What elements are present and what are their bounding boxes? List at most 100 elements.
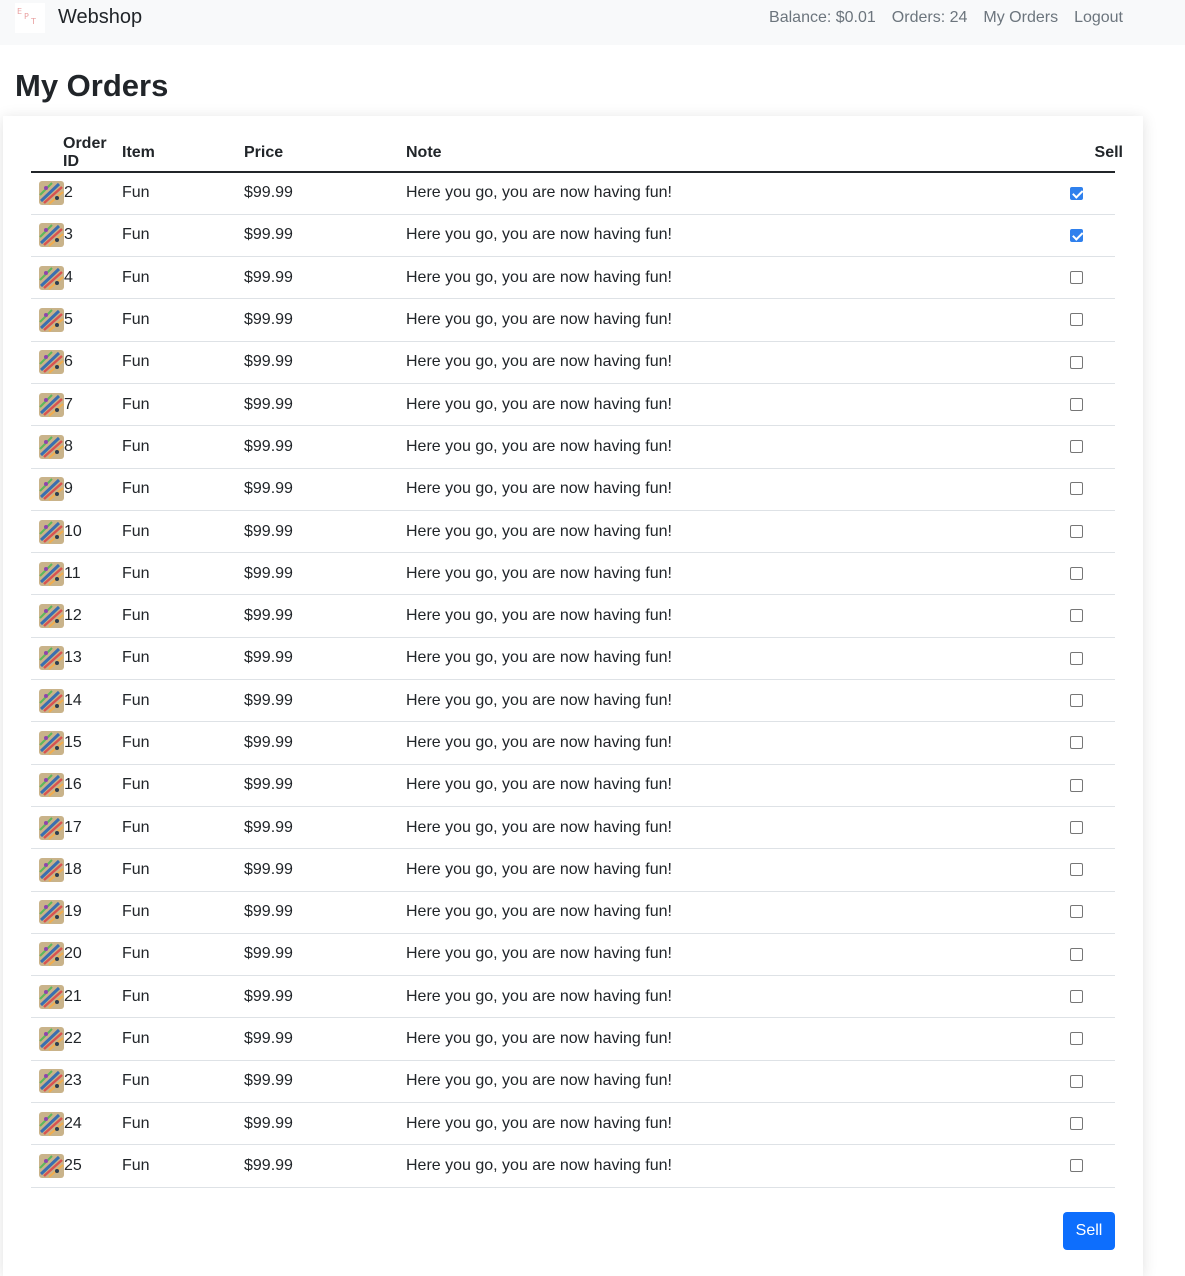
note-cell: Here you go, you are now having fun! bbox=[406, 1102, 1070, 1146]
order-id-wrap: 17 bbox=[31, 815, 122, 840]
item-cell: Fun bbox=[122, 594, 244, 638]
sell-button[interactable]: Sell bbox=[1063, 1212, 1115, 1250]
sell-checkbox[interactable] bbox=[1070, 905, 1083, 919]
sell-checkbox[interactable] bbox=[1070, 947, 1083, 961]
webshop-logo-icon[interactable]: E P T bbox=[15, 3, 45, 33]
sell-checkbox[interactable] bbox=[1070, 651, 1083, 665]
price-cell: $99.99 bbox=[244, 552, 406, 596]
sell-cell bbox=[1070, 1102, 1115, 1146]
brand-name[interactable]: Webshop bbox=[58, 6, 142, 29]
table-row: 21 Fun $99.99 Here you go, you are now havi… bbox=[31, 975, 1115, 1019]
price-cell: $99.99 bbox=[244, 425, 406, 469]
sell-checkbox[interactable] bbox=[1070, 736, 1083, 750]
item-cell: Fun bbox=[122, 637, 244, 681]
sell-checkbox[interactable] bbox=[1070, 355, 1083, 369]
navbar-right: Balance: $0.01 Orders: 24 My Orders Logo… bbox=[769, 9, 1123, 27]
table-row: 4 Fun $99.99 Here you go, you are now havin… bbox=[31, 256, 1115, 300]
sell-checkbox[interactable] bbox=[1070, 609, 1083, 623]
fun-item-thumbnail-icon bbox=[39, 900, 64, 925]
sell-cell bbox=[1070, 341, 1115, 384]
svg-text:P: P bbox=[24, 12, 29, 21]
sell-checkbox[interactable] bbox=[1070, 440, 1083, 454]
order-id-cell: 5 bbox=[31, 298, 122, 342]
note-cell: Here you go, you are now having fun! bbox=[406, 510, 1070, 554]
item-cell: Fun bbox=[122, 1102, 244, 1146]
svg-text:T: T bbox=[30, 17, 36, 26]
order-id: 8 bbox=[64, 437, 73, 455]
sell-checkbox[interactable] bbox=[1070, 778, 1083, 792]
my-orders-link[interactable]: My Orders bbox=[983, 9, 1058, 27]
fun-item-thumbnail-icon bbox=[39, 181, 64, 206]
sell-checkbox[interactable] bbox=[1070, 863, 1083, 877]
sell-checkbox[interactable] bbox=[1070, 1159, 1083, 1173]
fun-item-thumbnail-icon bbox=[39, 815, 64, 840]
logout-link[interactable]: Logout bbox=[1074, 9, 1123, 27]
price-cell: $99.99 bbox=[244, 256, 406, 300]
price-cell: $99.99 bbox=[244, 637, 406, 681]
sell-checkbox[interactable] bbox=[1070, 228, 1083, 242]
table-row: 20 Fun $99.99 Here you go, you are now havi… bbox=[31, 933, 1115, 977]
order-id: 16 bbox=[64, 776, 82, 794]
order-id-cell: 25 bbox=[31, 1144, 122, 1188]
order-id-cell: 17 bbox=[31, 806, 122, 850]
order-id: 12 bbox=[64, 607, 82, 625]
fun-item-thumbnail-icon bbox=[39, 773, 64, 798]
sell-checkbox[interactable] bbox=[1070, 524, 1083, 538]
item-cell: Fun bbox=[122, 679, 244, 723]
sell-checkbox[interactable] bbox=[1070, 186, 1083, 200]
note-cell: Here you go, you are now having fun! bbox=[406, 721, 1070, 765]
price-cell: $99.99 bbox=[244, 975, 406, 1019]
note-cell: Here you go, you are now having fun! bbox=[406, 256, 1070, 300]
note-cell: Here you go, you are now having fun! bbox=[406, 848, 1070, 892]
item-cell: Fun bbox=[122, 298, 244, 342]
table-header-row: Order ID Item Price Note Sell bbox=[31, 134, 1123, 173]
order-id-wrap: 23 bbox=[31, 1069, 122, 1094]
sell-checkbox[interactable] bbox=[1070, 397, 1083, 411]
sell-cell bbox=[1070, 806, 1115, 850]
order-id-cell: 20 bbox=[31, 933, 122, 977]
fun-item-thumbnail-icon bbox=[39, 942, 64, 967]
sell-checkbox[interactable] bbox=[1070, 990, 1083, 1004]
sell-cell bbox=[1070, 975, 1115, 1019]
sell-checkbox[interactable] bbox=[1070, 693, 1083, 707]
order-id-cell: 16 bbox=[31, 764, 122, 807]
order-id-wrap: 15 bbox=[31, 731, 122, 755]
fun-item-thumbnail-icon bbox=[39, 1069, 64, 1094]
order-id-wrap: 22 bbox=[31, 1027, 122, 1052]
orders-count-display: Orders: 24 bbox=[891, 9, 968, 26]
note-cell: Here you go, you are now having fun! bbox=[406, 425, 1070, 469]
price-cell: $99.99 bbox=[244, 383, 406, 427]
sell-checkbox[interactable] bbox=[1070, 820, 1083, 834]
sell-checkbox[interactable] bbox=[1070, 482, 1083, 496]
order-id-wrap: 18 bbox=[31, 857, 122, 882]
sell-checkbox[interactable] bbox=[1070, 1116, 1083, 1130]
note-cell: Here you go, you are now having fun! bbox=[406, 552, 1070, 596]
fun-item-thumbnail-icon bbox=[39, 350, 64, 375]
sell-checkbox[interactable] bbox=[1070, 567, 1083, 581]
fun-item-thumbnail-icon bbox=[39, 561, 64, 586]
note-cell: Here you go, you are now having fun! bbox=[406, 764, 1070, 807]
order-id: 22 bbox=[64, 1030, 82, 1048]
sell-checkbox[interactable] bbox=[1070, 1074, 1083, 1088]
sell-cell bbox=[1070, 848, 1115, 892]
fun-item-thumbnail-icon bbox=[39, 731, 64, 755]
order-id-wrap: 7 bbox=[31, 392, 122, 417]
order-id: 5 bbox=[64, 311, 73, 329]
table-row: 7 Fun $99.99 Here you go, you are now havin… bbox=[31, 383, 1115, 427]
order-id: 24 bbox=[64, 1114, 82, 1132]
order-id-cell: 15 bbox=[31, 721, 122, 765]
order-id: 21 bbox=[64, 987, 82, 1005]
item-cell: Fun bbox=[122, 172, 244, 215]
price-cell: $99.99 bbox=[244, 214, 406, 258]
sell-checkbox[interactable] bbox=[1070, 271, 1083, 284]
price-cell: $99.99 bbox=[244, 341, 406, 384]
sell-checkbox[interactable] bbox=[1070, 1032, 1083, 1046]
table-row: 18 Fun $99.99 Here you go, you are now havi… bbox=[31, 848, 1115, 892]
item-cell: Fun bbox=[122, 891, 244, 934]
note-cell: Here you go, you are now having fun! bbox=[406, 1017, 1070, 1061]
price-cell: $99.99 bbox=[244, 594, 406, 638]
note-cell: Here you go, you are now having fun! bbox=[406, 637, 1070, 681]
fun-item-thumbnail-icon bbox=[39, 308, 64, 333]
sell-checkbox[interactable] bbox=[1070, 313, 1083, 327]
order-id: 11 bbox=[64, 564, 81, 582]
